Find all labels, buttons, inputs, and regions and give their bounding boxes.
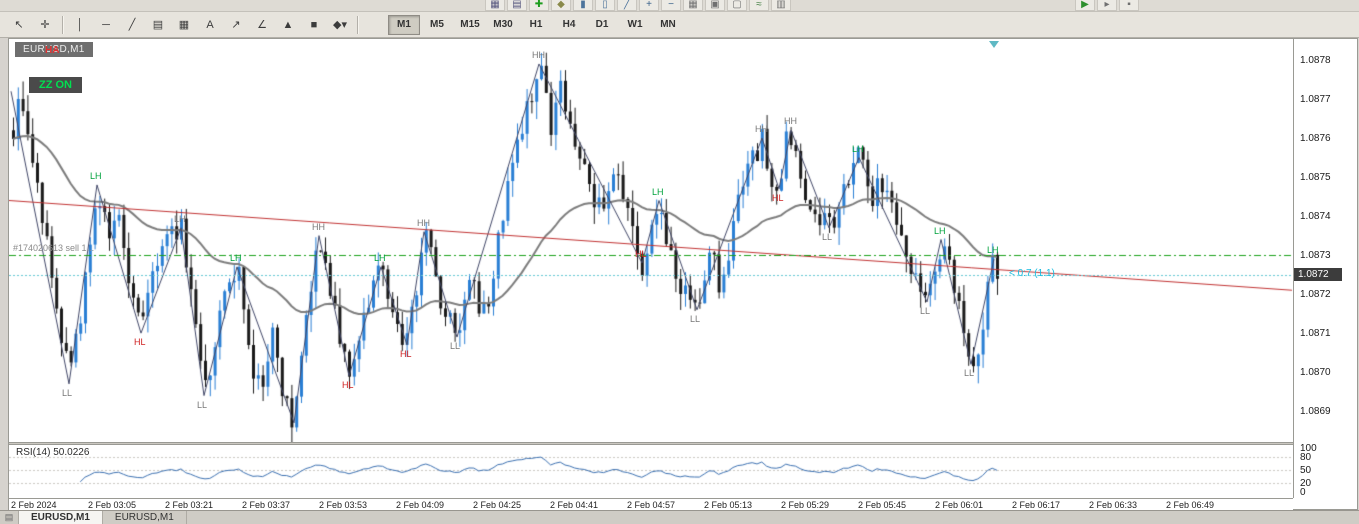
- cursor-icon[interactable]: ↖: [6, 14, 32, 36]
- timeframe-m15-button[interactable]: M15: [454, 15, 486, 35]
- chart-list-icon[interactable]: ▤: [0, 511, 19, 524]
- toolbar-main: ↖ ✛ │ ─ ╱ ▤ ▦ A ↗ ∠ ▲ ■ ◆▾ M1 M5 M15 M30 H1 H4 D1 W1 MN: [0, 12, 1359, 38]
- chart-tab-1[interactable]: EURUSD,M1: [19, 511, 103, 524]
- chart-tab-2[interactable]: EURUSD,M1: [103, 511, 187, 524]
- time-tick-label: 2 Feb 04:25: [473, 500, 522, 510]
- angle-icon[interactable]: ∠: [249, 14, 275, 36]
- time-tick-label: 2 Feb 04:09: [396, 500, 445, 510]
- timeframe-w1-button[interactable]: W1: [619, 15, 651, 35]
- timeframe-h4-button[interactable]: H4: [553, 15, 585, 35]
- main-chart-canvas[interactable]: [9, 39, 1293, 442]
- toolbar-separator: [62, 15, 63, 34]
- shapes-dropdown-icon[interactable]: ◆▾: [327, 14, 353, 36]
- crosshair-icon[interactable]: ✛: [32, 14, 58, 36]
- zoom-in-icon[interactable]: +: [639, 0, 659, 11]
- price-axis[interactable]: 1.0872 1.0878 1.0877 1.0876 1.0875 1.0874 1.0…: [1293, 39, 1357, 498]
- horizontal-line-icon[interactable]: ─: [93, 14, 119, 36]
- time-tick-label: 2 Feb 06:01: [935, 500, 984, 510]
- time-tick-label: 2 Feb 06:17: [1012, 500, 1061, 510]
- rectangle-icon[interactable]: ■: [301, 14, 327, 36]
- time-axis[interactable]: 2 Feb 2024 2 Feb 03:05 2 Feb 03:21 2 Feb 03…: [9, 498, 1293, 510]
- profiles-icon[interactable]: ▤: [507, 0, 527, 11]
- time-tick-label: 2 Feb 03:53: [319, 500, 368, 510]
- time-tick-label: 2 Feb 03:37: [242, 500, 291, 510]
- bar-chart-icon[interactable]: ▮: [573, 0, 593, 11]
- expert-advisor-icon[interactable]: ◆: [551, 0, 571, 11]
- arrange-icon[interactable]: ▢: [727, 0, 747, 11]
- toolbar-separator: [357, 15, 358, 34]
- zoom-out-icon[interactable]: −: [661, 0, 681, 11]
- timeframe-d1-button[interactable]: D1: [586, 15, 618, 35]
- new-order-icon[interactable]: ✚: [529, 0, 549, 11]
- current-price-badge: 1.0872: [1294, 267, 1342, 281]
- tile-windows-icon[interactable]: ▦: [683, 0, 703, 11]
- time-tick-label: 2 Feb 05:45: [858, 500, 907, 510]
- rsi-level-label: 50: [1300, 465, 1312, 476]
- price-tick-label: 1.0871: [1300, 328, 1331, 340]
- timeframe-m1-button[interactable]: M1: [388, 14, 420, 35]
- toolbar-top-strip: ▦ ▤ ✚ ◆ ▮ ▯ ╱ + − ▦ ▣ ▢ ≈ ▥ ▶ ▸ ▪: [0, 0, 1359, 12]
- price-tick-label: 1.0876: [1300, 133, 1331, 145]
- rsi-level-label: 0: [1300, 487, 1306, 498]
- timeframe-mn-button[interactable]: MN: [652, 15, 684, 35]
- arrow-object-icon[interactable]: ↗: [223, 14, 249, 36]
- pause-icon[interactable]: ▪: [1119, 0, 1139, 11]
- time-tick-label: 2 Feb 03:21: [165, 500, 214, 510]
- line-studies-toolbar: ↖ ✛ │ ─ ╱ ▤ ▦ A ↗ ∠ ▲ ■ ◆▾: [6, 14, 362, 36]
- time-tick-label: 2 Feb 2024: [11, 500, 57, 510]
- line-chart-icon[interactable]: ╱: [617, 0, 637, 11]
- time-tick-label: 2 Feb 05:13: [704, 500, 753, 510]
- price-tick-label: 1.0874: [1300, 211, 1331, 223]
- timeframe-m5-button[interactable]: M5: [421, 15, 453, 35]
- price-tick-label: 1.0878: [1300, 55, 1331, 67]
- vertical-line-icon[interactable]: │: [67, 14, 93, 36]
- time-tick-label: 2 Feb 04:41: [550, 500, 599, 510]
- time-tick-label: 2 Feb 06:33: [1089, 500, 1138, 510]
- timeframe-h1-button[interactable]: H1: [520, 15, 552, 35]
- step-forward-icon[interactable]: ▸: [1097, 0, 1117, 11]
- trendline-icon[interactable]: ╱: [119, 14, 145, 36]
- time-tick-label: 2 Feb 06:49: [1166, 500, 1215, 510]
- price-tick-label: 1.0869: [1300, 406, 1331, 418]
- price-tick-label: 1.0875: [1300, 172, 1331, 184]
- price-tick-label: 1.0872: [1300, 289, 1331, 301]
- toolbar-top-group: ▦ ▤ ✚ ◆ ▮ ▯ ╱ + − ▦ ▣ ▢ ≈ ▥: [485, 0, 793, 11]
- rsi-indicator-canvas[interactable]: [9, 445, 1293, 498]
- time-tick-label: 2 Feb 05:29: [781, 500, 830, 510]
- chart-tab-bar: ▤ EURUSD,M1 EURUSD,M1: [0, 510, 1359, 524]
- rsi-indicator-label: RSI(14) 50.0226: [16, 447, 90, 458]
- rsi-level-label: 80: [1300, 451, 1312, 463]
- chart-window-icon[interactable]: ▦: [485, 0, 505, 11]
- toolbar-top-group: ▶ ▸ ▪: [1075, 0, 1141, 11]
- text-label-icon[interactable]: A: [197, 14, 223, 36]
- time-tick-label: 2 Feb 04:57: [627, 500, 676, 510]
- chart-window: EURUSD,M1 HA ZZ ON #174020613 sell 1... …: [8, 38, 1358, 510]
- timeframe-m30-button[interactable]: M30: [487, 15, 519, 35]
- triangle-icon[interactable]: ▲: [275, 14, 301, 36]
- templates-icon[interactable]: ▥: [771, 0, 791, 11]
- cascade-windows-icon[interactable]: ▣: [705, 0, 725, 11]
- chart-tabs: EURUSD,M1 EURUSD,M1: [19, 511, 187, 524]
- timeframes-toolbar: M1 M5 M15 M30 H1 H4 D1 W1 MN: [388, 14, 685, 35]
- price-tick-label: 1.0873: [1300, 250, 1331, 262]
- time-tick-label: 2 Feb 03:05: [88, 500, 137, 510]
- price-tick-label: 1.0877: [1300, 94, 1331, 106]
- indicators-icon[interactable]: ≈: [749, 0, 769, 11]
- candle-chart-icon[interactable]: ▯: [595, 0, 615, 11]
- equidistant-channel-icon[interactable]: ▤: [145, 14, 171, 36]
- price-tick-label: 1.0870: [1300, 367, 1331, 379]
- auto-trading-icon[interactable]: ▶: [1075, 0, 1095, 11]
- fibonacci-icon[interactable]: ▦: [171, 14, 197, 36]
